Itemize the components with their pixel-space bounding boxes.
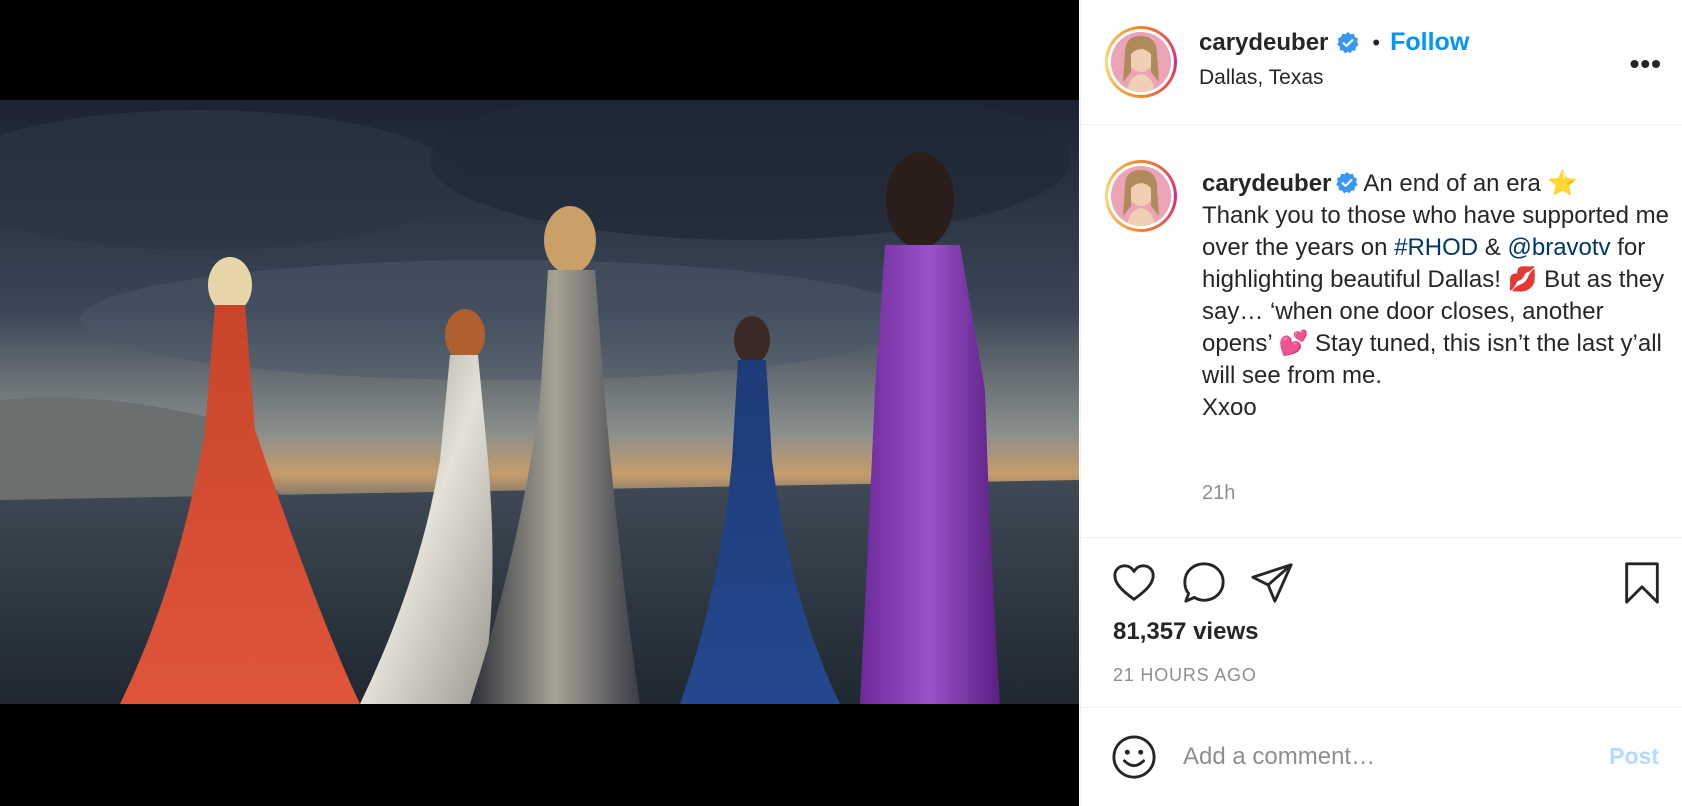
profile-photo xyxy=(1111,166,1171,226)
location-link[interactable]: Dallas, Texas xyxy=(1199,66,1324,90)
post-timestamp: 21 HOURS AGO xyxy=(1113,665,1257,685)
mention-link[interactable]: @bravotv xyxy=(1507,234,1610,261)
avatar[interactable] xyxy=(1105,26,1177,98)
caption-line-4: Xxoo xyxy=(1202,394,1257,421)
caption-username[interactable]: carydeuber xyxy=(1202,170,1331,197)
comment-bar: Post xyxy=(1081,709,1682,806)
post-header: carydeuber • Follow Dallas, Texas ••• xyxy=(1081,0,1682,125)
caption-timestamp[interactable]: 21h xyxy=(1202,482,1235,505)
video-player[interactable] xyxy=(0,100,1079,704)
comment-bubble-icon[interactable] xyxy=(1181,560,1227,606)
verified-badge-icon xyxy=(1337,31,1360,53)
hashtag-link[interactable]: #RHOD xyxy=(1394,234,1478,261)
caption-avatar[interactable] xyxy=(1105,160,1177,232)
profile-photo xyxy=(1111,32,1171,92)
caption-section: carydeuber An end of an era ⭐ Thank you … xyxy=(1081,126,1682,538)
caption-line-1: An end of an era ⭐ xyxy=(1363,170,1578,197)
post-comment-button[interactable]: Post xyxy=(1609,743,1659,770)
follow-button[interactable]: Follow xyxy=(1390,28,1469,57)
post-side-panel: carydeuber • Follow Dallas, Texas ••• ca… xyxy=(1080,0,1682,806)
caption-ampersand: & xyxy=(1484,234,1501,261)
separator-dot: • xyxy=(1372,29,1381,55)
username-link[interactable]: carydeuber xyxy=(1199,29,1328,57)
media-panel xyxy=(0,0,1079,806)
paper-plane-icon[interactable] xyxy=(1249,560,1295,606)
heart-icon[interactable] xyxy=(1111,560,1157,606)
smiley-icon[interactable] xyxy=(1111,734,1157,780)
caption-text: carydeuber An end of an era ⭐ Thank you … xyxy=(1202,168,1672,424)
comment-input[interactable] xyxy=(1183,739,1583,775)
video-frame xyxy=(0,100,1079,704)
post-actions: 81,357 views 21 HOURS AGO xyxy=(1081,538,1682,708)
view-count[interactable]: 81,357 views xyxy=(1113,618,1258,646)
bookmark-icon[interactable] xyxy=(1619,560,1665,606)
verified-badge-icon xyxy=(1336,172,1359,194)
more-options-button[interactable]: ••• xyxy=(1630,48,1662,80)
